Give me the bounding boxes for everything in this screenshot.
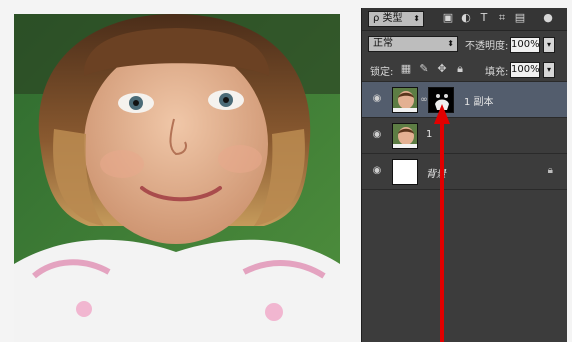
lock-transparent-icon[interactable]: ▦ (400, 63, 412, 75)
shape-filter-icon[interactable]: ⌗ (496, 12, 508, 24)
adjustment-filter-icon[interactable]: ◐ (460, 12, 472, 24)
layer-name[interactable]: 1 副本 (464, 93, 494, 108)
blend-row: 正常 ⬍ 不透明度: 100% ▾ (362, 32, 567, 56)
link-icon[interactable]: ∞ (420, 93, 428, 107)
photo-image (14, 14, 340, 342)
lock-row: 锁定: ▦ ✎ ✥ 🔒︎ 填充: 100% ▾ (362, 57, 567, 82)
opacity-label: 不透明度: (465, 41, 509, 52)
blend-mode-value: 正常 (373, 38, 393, 49)
photoshop-window: ρ 类型 ⬍ ▣ ◐ T ⌗ ▤ ● 正常 ⬍ 不透明度: 100% ▾ 锁定:… (0, 0, 572, 342)
lock-all-icon[interactable]: 🔒︎ (454, 63, 466, 75)
layer-name[interactable]: 1 (426, 129, 432, 140)
filter-kind-select[interactable]: ρ 类型 ⬍ (368, 11, 424, 27)
layer-row-1-copy[interactable]: ◉ ∞ 1 副本 (362, 82, 567, 118)
smart-object-filter-icon[interactable]: ▤ (514, 12, 526, 24)
eye-icon[interactable]: ◉ (370, 94, 384, 104)
lock-label: 锁定: (370, 67, 394, 78)
fill-dropdown-button[interactable]: ▾ (543, 62, 555, 78)
document-canvas[interactable] (14, 14, 340, 342)
layers-panel: ρ 类型 ⬍ ▣ ◐ T ⌗ ▤ ● 正常 ⬍ 不透明度: 100% ▾ 锁定:… (361, 8, 567, 342)
layers-toolbar: ρ 类型 ⬍ ▣ ◐ T ⌗ ▤ ● (362, 8, 567, 31)
opacity-dropdown-button[interactable]: ▾ (543, 37, 555, 53)
fill-input[interactable]: 100% (510, 62, 540, 78)
layer-name[interactable]: 背景 (426, 165, 446, 180)
layer-thumbnail (392, 123, 418, 149)
eye-icon[interactable]: ◉ (370, 166, 384, 176)
image-filter-icon[interactable]: ▣ (442, 12, 454, 24)
filter-kind-label: ρ 类型 (373, 13, 403, 24)
chevron-down-icon: ⬍ (447, 39, 454, 48)
layer-mask-thumbnail[interactable] (428, 87, 454, 113)
filter-toggle-icon[interactable]: ● (542, 12, 554, 24)
fill-label: 填充: (485, 67, 509, 78)
layer-thumbnail (392, 159, 418, 185)
eye-icon[interactable]: ◉ (370, 130, 384, 140)
lock-position-icon[interactable]: ✥ (436, 63, 448, 75)
chevron-down-icon: ⬍ (413, 14, 420, 23)
opacity-input[interactable]: 100% (510, 37, 540, 53)
lock-icon: 🔒︎ (547, 165, 553, 176)
layers-empty-area (362, 192, 567, 342)
blend-mode-select[interactable]: 正常 ⬍ (368, 36, 458, 52)
layer-thumbnail (392, 87, 418, 113)
layer-row-1[interactable]: ◉ 1 (362, 118, 567, 154)
text-filter-icon[interactable]: T (478, 12, 490, 24)
layer-row-background[interactable]: ◉ 背景 🔒︎ (362, 154, 567, 190)
lock-image-icon[interactable]: ✎ (418, 63, 430, 75)
